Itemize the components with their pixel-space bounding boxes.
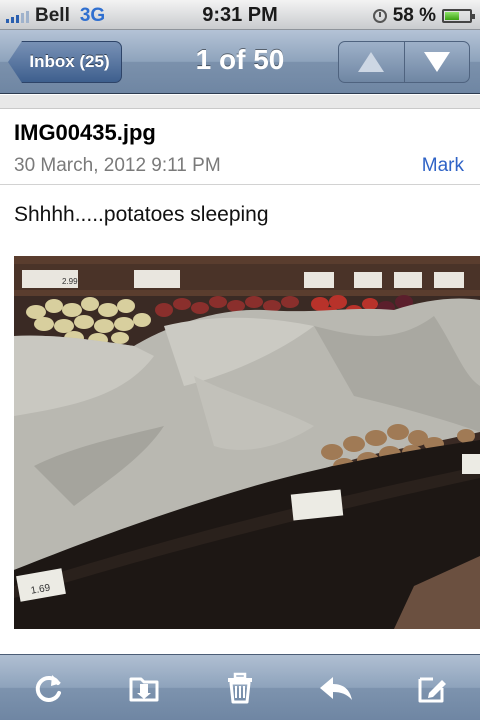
message-date: 30 March, 2012 9:11 PM bbox=[14, 155, 221, 176]
battery-fill bbox=[445, 12, 459, 20]
refresh-button[interactable] bbox=[20, 663, 76, 713]
compose-icon bbox=[418, 677, 446, 702]
navigation-bar: Inbox (25) 1 of 50 bbox=[0, 30, 480, 94]
reply-icon bbox=[320, 676, 352, 700]
compose-button[interactable] bbox=[404, 663, 460, 713]
header-separator bbox=[0, 95, 480, 109]
delete-button[interactable] bbox=[212, 663, 268, 713]
reply-button[interactable] bbox=[308, 663, 364, 713]
battery-percent: 58 % bbox=[392, 5, 436, 26]
photo-illustration: 2.99 1.69 bbox=[14, 256, 480, 629]
next-message-button[interactable] bbox=[403, 42, 470, 82]
message-nav-control bbox=[338, 41, 470, 83]
move-folder-icon bbox=[129, 677, 159, 701]
message-position-title: 1 of 50 bbox=[195, 44, 285, 75]
bottom-toolbar bbox=[0, 654, 480, 720]
message-subject: IMG00435.jpg bbox=[14, 120, 156, 145]
trash-icon bbox=[228, 672, 252, 703]
status-right: 58 % bbox=[372, 5, 475, 27]
move-to-folder-button[interactable] bbox=[116, 663, 172, 713]
attached-photo[interactable]: 2.99 1.69 bbox=[14, 256, 480, 629]
inbox-back-button[interactable]: Inbox (25) bbox=[8, 41, 122, 83]
refresh-icon bbox=[35, 674, 61, 702]
price-tag-top-left: 2.99 bbox=[62, 277, 78, 286]
status-bar: Bell 3G 9:31 PM 58 % bbox=[0, 0, 480, 30]
down-arrow-icon bbox=[423, 52, 450, 72]
battery-icon bbox=[442, 9, 475, 23]
message-body: Shhhh.....potatoes sleeping bbox=[14, 203, 269, 226]
previous-message-button[interactable] bbox=[339, 42, 404, 82]
up-arrow-icon bbox=[358, 52, 385, 72]
alarm-clock-icon bbox=[372, 9, 387, 23]
mark-button[interactable]: Mark bbox=[422, 155, 464, 177]
divider bbox=[0, 184, 480, 185]
